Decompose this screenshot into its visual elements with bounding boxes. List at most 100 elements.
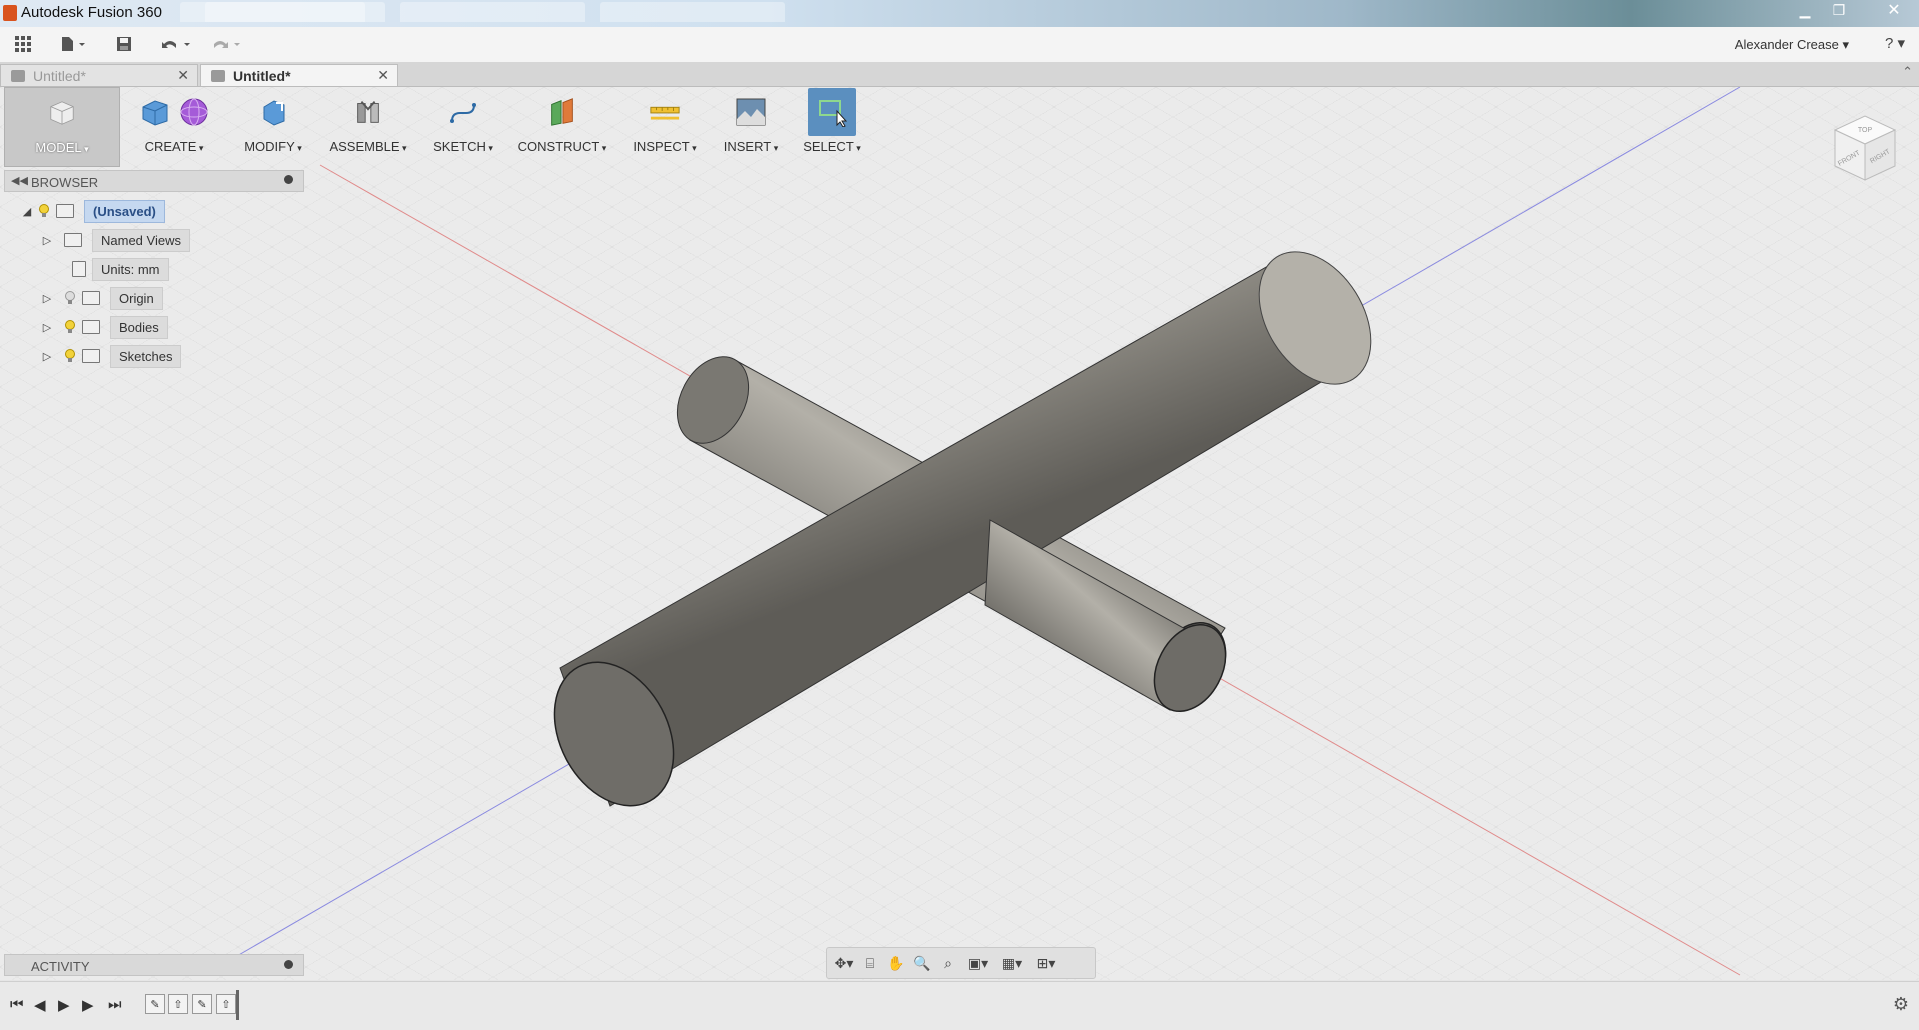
tree-node-label[interactable]: Origin [110, 286, 163, 310]
inspect-menu[interactable]: INSPECT [626, 87, 704, 167]
visibility-bulb-off-icon[interactable] [64, 291, 76, 305]
tool-label: MODIFY [244, 139, 302, 154]
tree-root-label[interactable]: (Unsaved) [84, 199, 165, 223]
orbit-icon[interactable]: ✥▾ [833, 955, 855, 972]
redo-button[interactable] [208, 33, 244, 55]
pin-icon[interactable] [284, 960, 293, 969]
insert-image-icon [735, 96, 767, 128]
document-icon [11, 69, 25, 82]
model-workspace-icon [46, 97, 78, 129]
sketch-curve-icon [447, 96, 479, 128]
construct-menu[interactable]: CONSTRUCT [512, 87, 612, 167]
tree-node-label[interactable]: Sketches [110, 344, 182, 368]
background-browser-tab [400, 2, 585, 22]
restore-icon[interactable]: ❐ [1824, 0, 1854, 20]
ribbon-toolbar: MODEL CREATE MODIFY ASSEMBLE SKETCH CONS… [0, 87, 880, 167]
folder-icon [82, 349, 100, 363]
document-tab[interactable]: Untitled* ✕ [0, 64, 198, 86]
document-tab-active[interactable]: Untitled* ✕ [200, 64, 398, 86]
document-tab-bar: Untitled* ✕ Untitled* ✕ ⌃ [0, 62, 1919, 87]
timeline-sketch-icon[interactable]: ✎ [192, 994, 212, 1014]
pan-hand-icon[interactable]: ✋ [885, 955, 907, 972]
close-tab-icon[interactable]: ✕ [377, 67, 389, 84]
browser-panel-header[interactable]: ◀◀ BROWSER [4, 170, 304, 192]
close-tab-icon[interactable]: ✕ [177, 67, 189, 84]
tree-node-units[interactable]: Units: mm [20, 257, 190, 281]
tree-node-label[interactable]: Units: mm [92, 257, 169, 281]
navigation-bar: ✥▾ ⌸ ✋ 🔍 ⌕ ▣▾ ▦▾ ⊞▾ [826, 947, 1096, 979]
expand-triangle-icon[interactable]: ▷ [40, 350, 54, 363]
browser-tree: ◢ (Unsaved) ▷ Named Views Units: mm ▷ Or… [20, 199, 190, 368]
document-icon [211, 69, 225, 82]
timeline-extrude-icon[interactable]: ⇧ [216, 994, 236, 1014]
close-icon[interactable]: ✕ [1872, 0, 1916, 20]
sphere-create-icon [178, 96, 210, 128]
insert-menu[interactable]: INSERT [718, 87, 784, 167]
document-tab-label: Untitled* [233, 67, 291, 84]
select-menu[interactable]: SELECT [796, 87, 868, 167]
save-icon[interactable] [113, 33, 135, 55]
visibility-bulb-icon[interactable] [38, 204, 50, 218]
step-back-icon[interactable]: ◀ [34, 996, 46, 1014]
fusion-logo-icon [3, 5, 17, 21]
minimize-icon[interactable]: ▁ [1790, 0, 1820, 20]
3d-canvas[interactable] [0, 87, 1919, 980]
step-forward-icon[interactable]: ▶ [82, 996, 94, 1014]
app-grid-icon[interactable] [12, 33, 34, 55]
play-icon[interactable]: ▶ [58, 996, 70, 1014]
file-menu-button[interactable] [57, 33, 91, 55]
tool-label: MODEL [35, 140, 88, 155]
timeline-bar: ⏮ ◀ ▶ ▶ ⏭ ✎ ⇧ ✎ ⇧ ⚙ [0, 981, 1919, 1030]
visibility-bulb-icon[interactable] [64, 349, 76, 363]
folder-icon [82, 320, 100, 334]
activity-panel-header[interactable]: ACTIVITY [4, 954, 304, 976]
background-browser-tab [600, 2, 785, 22]
tree-root-node[interactable]: ◢ (Unsaved) [20, 199, 190, 223]
construction-plane-icon [546, 96, 578, 128]
window-title: Autodesk Fusion 360 [21, 4, 162, 21]
tree-node-origin[interactable]: ▷ Origin [20, 286, 190, 310]
tree-node-label[interactable]: Bodies [110, 315, 168, 339]
go-to-end-icon[interactable]: ⏭ [108, 996, 122, 1013]
tool-label: CREATE [145, 139, 204, 154]
tool-label: ASSEMBLE [329, 139, 406, 154]
visibility-bulb-icon[interactable] [64, 320, 76, 334]
zoom-icon[interactable]: 🔍 [911, 955, 933, 972]
pin-icon[interactable] [284, 175, 293, 184]
workspace-switcher-model[interactable]: MODEL [4, 87, 120, 167]
tree-node-label[interactable]: Named Views [92, 228, 190, 252]
timeline-extrude-icon[interactable]: ⇧ [168, 994, 188, 1014]
modify-menu[interactable]: MODIFY [238, 87, 308, 167]
units-document-icon [72, 261, 86, 277]
sketch-menu[interactable]: SKETCH [426, 87, 500, 167]
go-to-start-icon[interactable]: ⏮ [10, 996, 24, 1013]
activity-title: ACTIVITY [31, 959, 90, 974]
gear-icon[interactable]: ⚙ [1893, 994, 1909, 1015]
chevron-up-icon[interactable]: ⌃ [1902, 64, 1913, 80]
tool-label: SELECT [803, 139, 861, 154]
select-window-icon [808, 88, 856, 136]
display-settings-icon[interactable]: ▣▾ [963, 955, 993, 972]
undo-button[interactable] [158, 33, 194, 55]
collapse-panel-icon[interactable]: ◀◀ [11, 174, 28, 187]
create-menu[interactable]: CREATE [130, 87, 218, 167]
user-account-menu[interactable]: Alexander Crease ▾ [1735, 37, 1849, 53]
viewcube[interactable]: TOP FRONT RIGHT [1825, 108, 1905, 188]
assemble-menu[interactable]: ASSEMBLE [322, 87, 414, 167]
collapse-triangle-icon[interactable]: ◢ [20, 205, 34, 218]
tree-node-named-views[interactable]: ▷ Named Views [20, 228, 190, 252]
expand-triangle-icon[interactable]: ▷ [40, 321, 54, 334]
grid-settings-icon[interactable]: ▦▾ [997, 955, 1027, 972]
extrude-box-icon [138, 96, 170, 128]
timeline-sketch-icon[interactable]: ✎ [145, 994, 165, 1014]
tree-node-sketches[interactable]: ▷ Sketches [20, 344, 190, 368]
timeline-marker[interactable] [236, 990, 239, 1020]
expand-triangle-icon[interactable]: ▷ [40, 292, 54, 305]
help-menu[interactable]: ? ▾ [1885, 34, 1905, 52]
look-at-icon[interactable]: ⌸ [859, 955, 881, 972]
expand-triangle-icon[interactable]: ▷ [40, 234, 54, 247]
viewports-icon[interactable]: ⊞▾ [1031, 955, 1061, 972]
fit-view-icon[interactable]: ⌕ [937, 955, 959, 972]
document-tab-label: Untitled* [33, 67, 86, 84]
tree-node-bodies[interactable]: ▷ Bodies [20, 315, 190, 339]
